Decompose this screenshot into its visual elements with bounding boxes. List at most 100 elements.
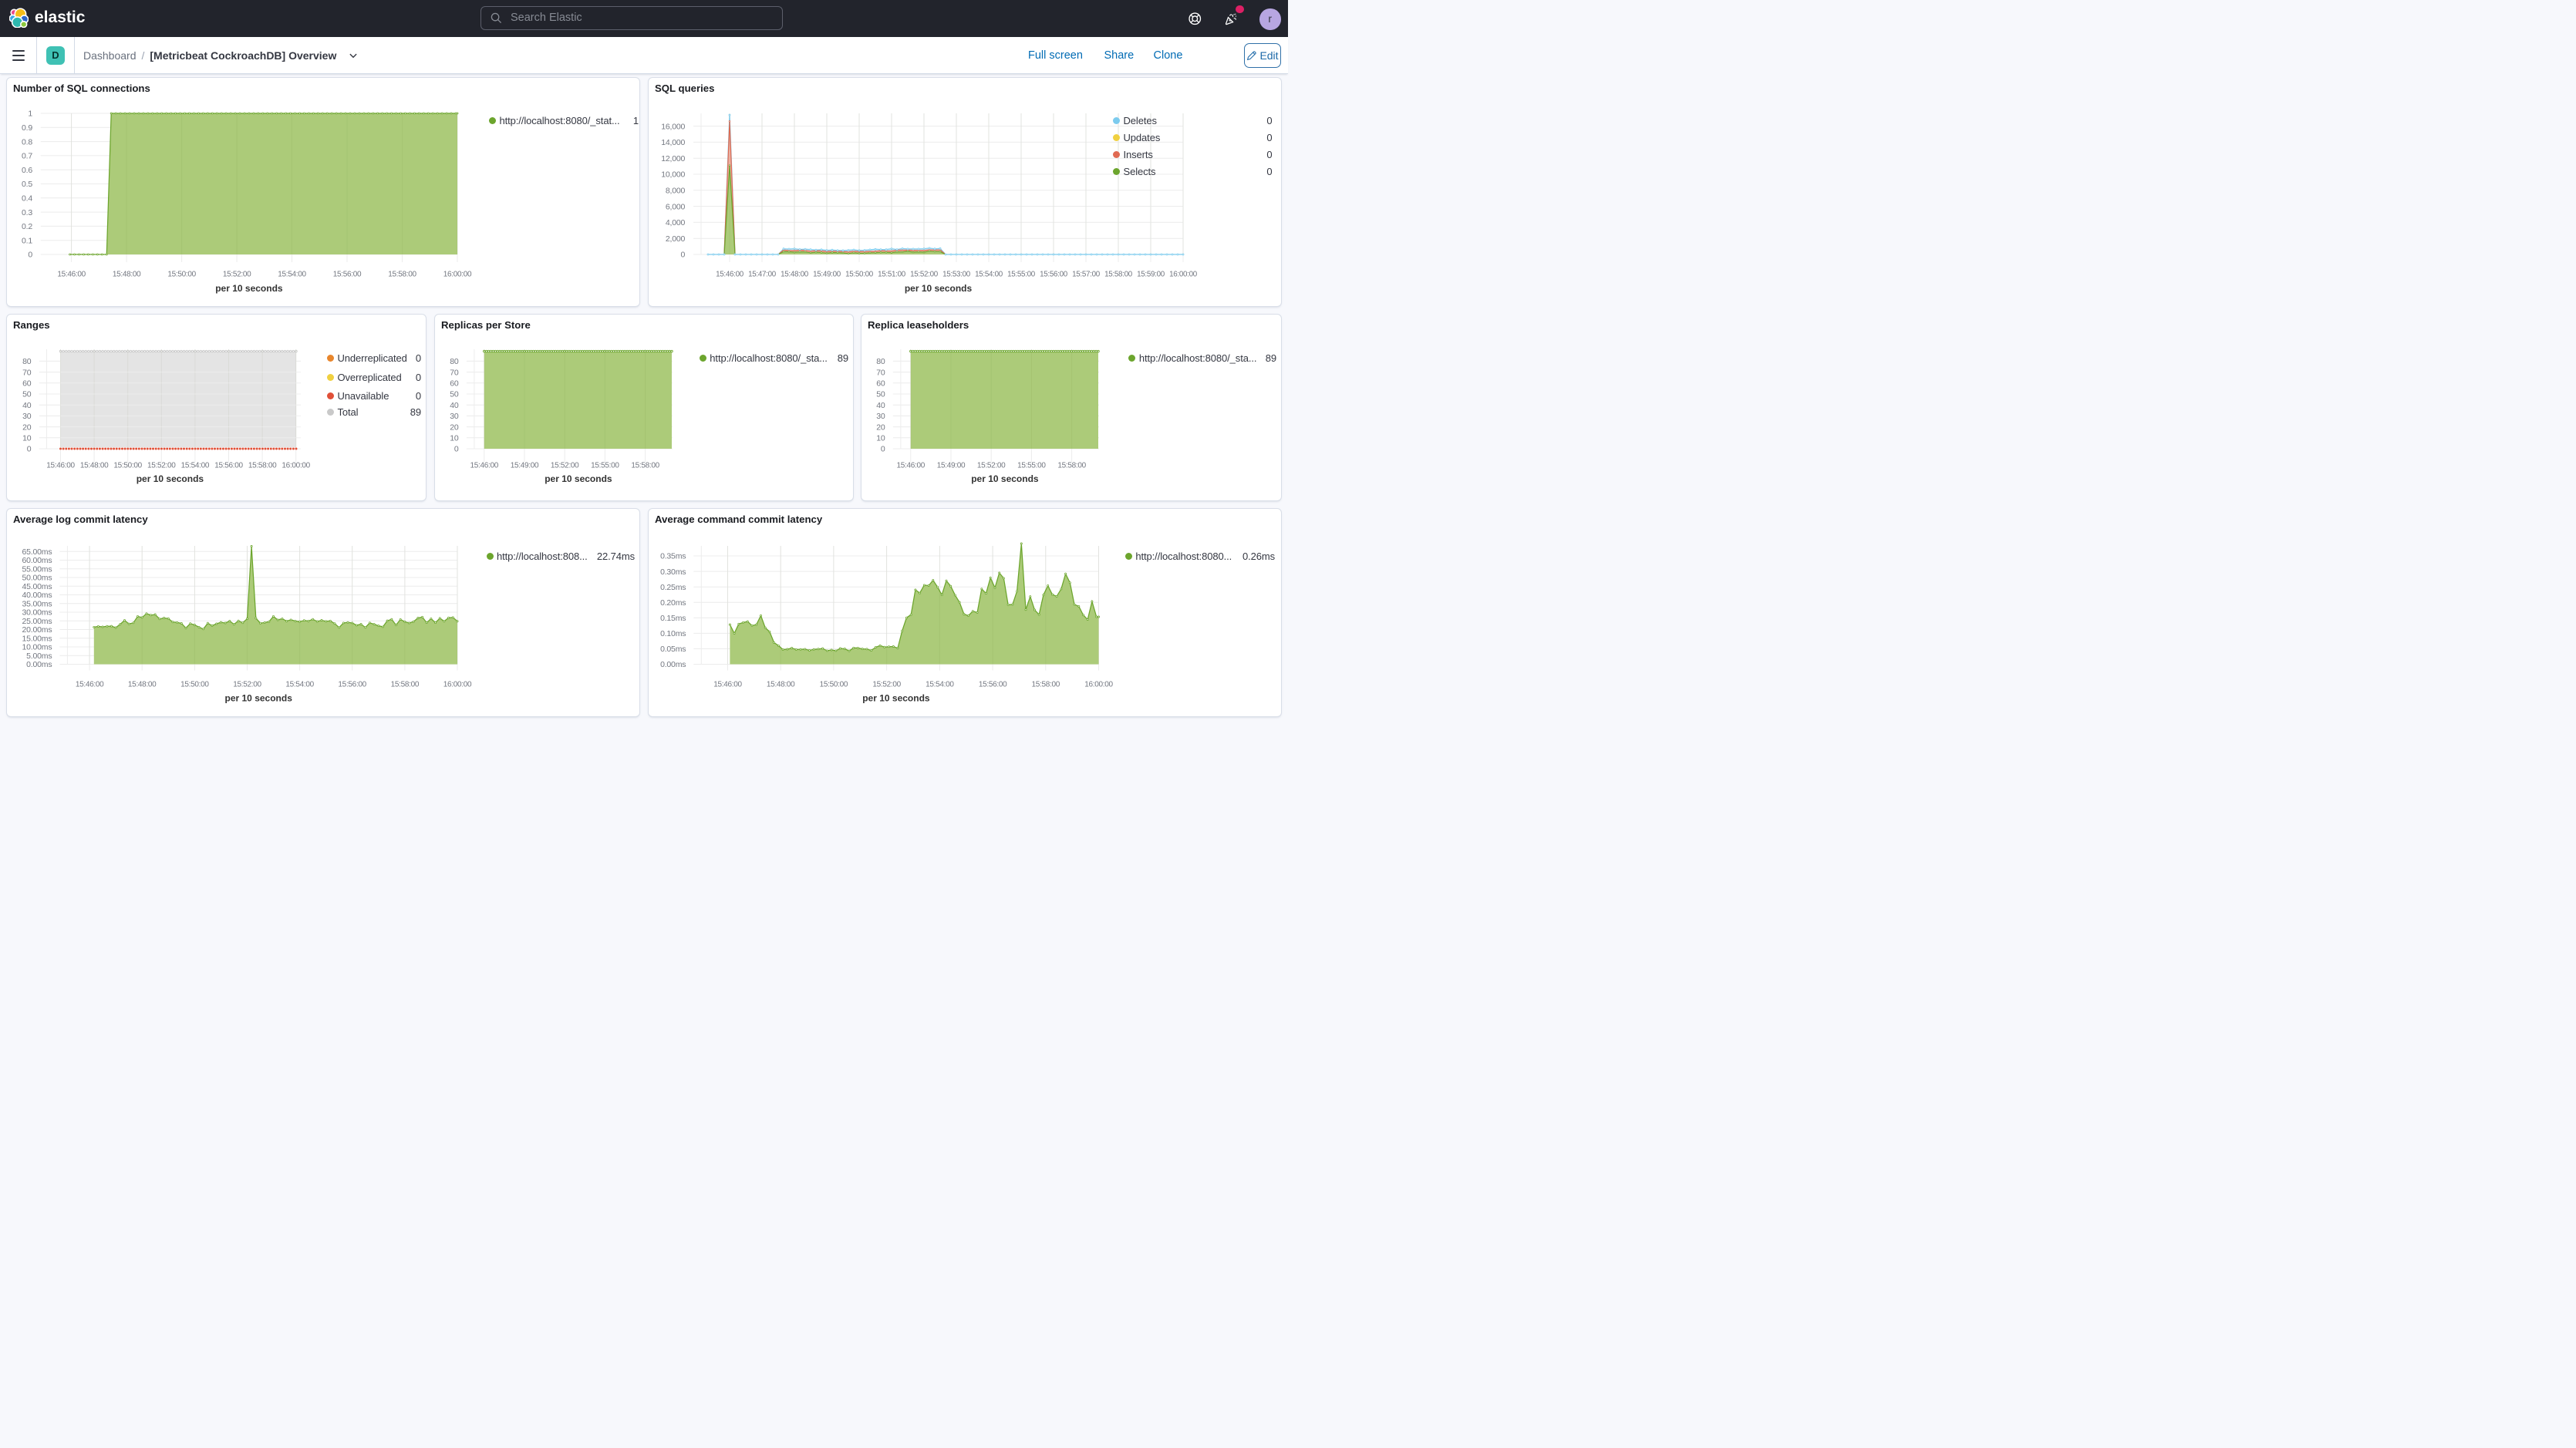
svg-text:25.00ms: 25.00ms [22,617,52,626]
svg-text:20: 20 [450,423,459,432]
svg-text:16,000: 16,000 [661,122,685,131]
svg-text:per 10 seconds: per 10 seconds [862,693,930,704]
svg-text:16:00:00: 16:00:00 [443,681,472,689]
svg-text:15:46:00: 15:46:00 [46,462,75,470]
svg-text:15.00ms: 15.00ms [22,634,52,643]
svg-text:55.00ms: 55.00ms [22,565,52,574]
svg-text:15:56:00: 15:56:00 [979,681,1007,689]
svg-text:60.00ms: 60.00ms [22,556,52,565]
svg-text:30: 30 [876,412,885,421]
svg-text:15:46:00: 15:46:00 [76,681,104,689]
svg-text:60: 60 [876,379,885,389]
svg-text:15:58:00: 15:58:00 [388,271,416,279]
svg-text:2,000: 2,000 [666,234,686,244]
svg-text:50.00ms: 50.00ms [22,574,52,583]
svg-text:12,000: 12,000 [661,154,685,163]
svg-text:per 10 seconds: per 10 seconds [905,283,973,294]
svg-text:15:50:00: 15:50:00 [180,681,209,689]
svg-text:30: 30 [22,412,32,421]
svg-text:per 10 seconds: per 10 seconds [225,693,293,704]
svg-text:15:49:00: 15:49:00 [511,462,539,470]
svg-text:15:46:00: 15:46:00 [897,462,926,470]
svg-text:20.00ms: 20.00ms [22,625,52,635]
svg-text:16:00:00: 16:00:00 [443,271,472,279]
svg-text:0.6: 0.6 [22,166,32,175]
svg-text:50: 50 [450,390,459,399]
svg-text:40: 40 [876,401,885,410]
svg-text:40: 40 [22,401,32,410]
svg-text:45.00ms: 45.00ms [22,582,52,591]
svg-text:15:54:00: 15:54:00 [285,681,314,689]
svg-text:0.15ms: 0.15ms [660,614,686,623]
svg-text:15:58:00: 15:58:00 [248,462,277,470]
svg-text:10: 10 [450,434,459,443]
svg-text:6,000: 6,000 [666,202,686,211]
svg-text:15:58:00: 15:58:00 [1057,462,1086,470]
svg-text:20: 20 [876,423,885,432]
svg-text:20: 20 [22,423,32,432]
svg-text:0.4: 0.4 [22,194,32,204]
svg-text:65.00ms: 65.00ms [22,547,52,557]
svg-text:15:50:00: 15:50:00 [113,462,142,470]
svg-text:15:54:00: 15:54:00 [278,271,306,279]
svg-text:15:52:00: 15:52:00 [872,681,901,689]
svg-text:10: 10 [876,434,885,443]
svg-text:0.00ms: 0.00ms [660,660,686,669]
svg-text:0.8: 0.8 [22,137,32,146]
svg-text:14,000: 14,000 [661,138,685,147]
svg-text:per 10 seconds: per 10 seconds [215,283,283,294]
svg-text:0.10ms: 0.10ms [660,629,686,638]
svg-text:0.05ms: 0.05ms [660,645,686,654]
svg-text:15:48:00: 15:48:00 [113,271,141,279]
svg-text:per 10 seconds: per 10 seconds [137,473,204,484]
svg-text:15:50:00: 15:50:00 [845,271,874,279]
svg-text:0.5: 0.5 [22,180,32,189]
svg-text:30: 30 [450,412,459,421]
svg-text:50: 50 [22,390,32,399]
svg-text:30.00ms: 30.00ms [22,608,52,618]
svg-text:80: 80 [876,357,885,366]
svg-text:10: 10 [22,434,32,443]
svg-text:0.25ms: 0.25ms [660,583,686,592]
svg-text:0.35ms: 0.35ms [660,552,686,561]
svg-text:15:46:00: 15:46:00 [713,681,742,689]
svg-text:0.9: 0.9 [22,123,32,133]
svg-text:16:00:00: 16:00:00 [282,462,310,470]
svg-text:15:46:00: 15:46:00 [57,271,86,279]
svg-text:15:55:00: 15:55:00 [1017,462,1046,470]
svg-text:per 10 seconds: per 10 seconds [971,473,1039,484]
svg-text:70: 70 [22,368,32,377]
svg-text:0: 0 [681,251,686,260]
svg-text:15:50:00: 15:50:00 [167,271,196,279]
svg-text:15:56:00: 15:56:00 [333,271,362,279]
svg-text:10,000: 10,000 [661,170,685,180]
svg-text:per 10 seconds: per 10 seconds [545,473,612,484]
svg-text:15:57:00: 15:57:00 [1072,271,1101,279]
svg-text:15:46:00: 15:46:00 [716,271,744,279]
svg-text:15:58:00: 15:58:00 [1104,271,1133,279]
svg-text:60: 60 [450,379,459,389]
svg-text:15:58:00: 15:58:00 [391,681,420,689]
svg-text:15:52:00: 15:52:00 [977,462,1006,470]
svg-text:0.7: 0.7 [22,152,32,161]
svg-text:15:58:00: 15:58:00 [631,462,659,470]
svg-text:80: 80 [22,357,32,366]
svg-text:40.00ms: 40.00ms [22,591,52,600]
svg-text:15:52:00: 15:52:00 [910,271,939,279]
svg-text:15:56:00: 15:56:00 [338,681,366,689]
svg-text:15:52:00: 15:52:00 [233,681,261,689]
svg-text:0.3: 0.3 [22,208,32,217]
svg-text:15:49:00: 15:49:00 [813,271,841,279]
svg-text:0.00ms: 0.00ms [26,660,52,669]
svg-text:16:00:00: 16:00:00 [1169,271,1198,279]
svg-text:40: 40 [450,401,459,410]
svg-text:0: 0 [28,251,32,260]
svg-text:15:54:00: 15:54:00 [181,462,210,470]
svg-text:15:46:00: 15:46:00 [470,462,499,470]
svg-text:15:58:00: 15:58:00 [1032,681,1060,689]
svg-text:0: 0 [27,445,32,454]
svg-text:0: 0 [881,445,885,454]
svg-text:15:52:00: 15:52:00 [223,271,251,279]
svg-text:15:55:00: 15:55:00 [1007,271,1036,279]
svg-text:16:00:00: 16:00:00 [1084,681,1113,689]
